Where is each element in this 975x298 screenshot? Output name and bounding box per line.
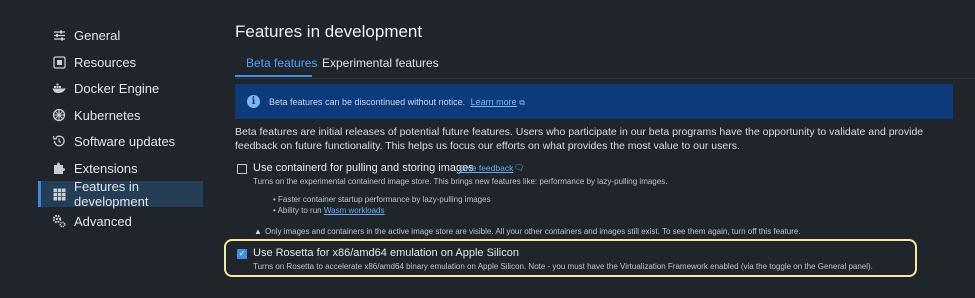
sliders-icon (52, 28, 66, 42)
give-feedback-link[interactable]: Give feedback (459, 163, 513, 173)
puzzle-icon (52, 161, 66, 175)
helm-icon (52, 108, 66, 122)
sidebar-item-label: Advanced (74, 213, 132, 229)
sidebar-item-label: Software updates (74, 133, 176, 149)
warning-icon: ▲ (254, 227, 262, 236)
info-icon: i (247, 95, 260, 108)
bullet-text: Faster container startup performance by … (278, 195, 491, 204)
sidebar-item-advanced[interactable]: Advanced (38, 208, 203, 234)
containerd-bullet: • Ability to run Wasm workloads (273, 206, 385, 215)
sidebar-item-label: General (74, 27, 121, 43)
beta-description: Beta features are initial releases of po… (235, 126, 924, 152)
sidebar-item-docker-engine[interactable]: Docker Engine (38, 75, 203, 101)
sidebar-item-software-updates[interactable]: Software updates (38, 128, 203, 154)
containerd-checkbox[interactable] (237, 164, 247, 174)
containerd-bullet: • Faster container startup performance b… (273, 195, 491, 204)
rosetta-checkbox[interactable]: ✓ (237, 249, 247, 259)
sidebar-item-kubernetes[interactable]: Kubernetes (38, 102, 203, 128)
active-tab-indicator (235, 75, 312, 77)
page-title: Features in development (235, 22, 423, 41)
gears-icon (52, 214, 66, 228)
sidebar-item-extensions[interactable]: Extensions (38, 155, 203, 181)
sidebar-item-label: Extensions (74, 160, 138, 176)
learn-more-link[interactable]: Learn more (471, 97, 517, 107)
rosetta-option-title: Use Rosetta for x86/amd64 emulation on A… (253, 247, 519, 259)
external-link-icon: ⧉ (519, 98, 525, 107)
whale-icon (52, 81, 66, 95)
history-icon (52, 134, 66, 148)
info-banner: i Beta features can be discontinued with… (235, 84, 953, 119)
sidebar-item-label: Resources (74, 54, 137, 70)
tab-beta-features[interactable]: Beta features (246, 56, 317, 70)
tab-bar: Beta features Experimental features (235, 50, 975, 79)
grid-icon (52, 187, 66, 201)
feedback-icon: 🗨 (514, 163, 525, 172)
sidebar-item-features-in-development[interactable]: Features in development (38, 179, 203, 209)
rosetta-subtitle: Turns on Rosetta to accelerate x86/amd64… (253, 262, 873, 271)
sidebar-item-label: Features in development (74, 179, 149, 209)
bullet-text: Ability to run (277, 206, 322, 215)
containerd-subtitle: Turns on the experimental containerd ima… (253, 177, 668, 186)
sidebar-item-general[interactable]: General (38, 22, 203, 48)
sidebar-item-label: Kubernetes (74, 107, 141, 123)
containerd-warning: Only images and containers in the active… (265, 227, 801, 236)
learn-more-label: Learn more (470, 97, 517, 107)
sidebar-item-label: Docker Engine (74, 80, 160, 96)
resources-icon (52, 55, 66, 69)
sidebar-item-resources[interactable]: Resources (38, 49, 203, 75)
sidebar: General Resources Docker Engine Kubernet… (0, 0, 210, 298)
tab-experimental-features[interactable]: Experimental features (322, 56, 439, 70)
banner-text: Beta features can be discontinued withou… (269, 97, 466, 107)
banner-message: Beta features can be discontinued withou… (269, 97, 525, 108)
containerd-option-title: Use containerd for pulling and storing i… (253, 162, 474, 174)
wasm-workloads-link[interactable]: Wasm workloads (324, 206, 385, 215)
